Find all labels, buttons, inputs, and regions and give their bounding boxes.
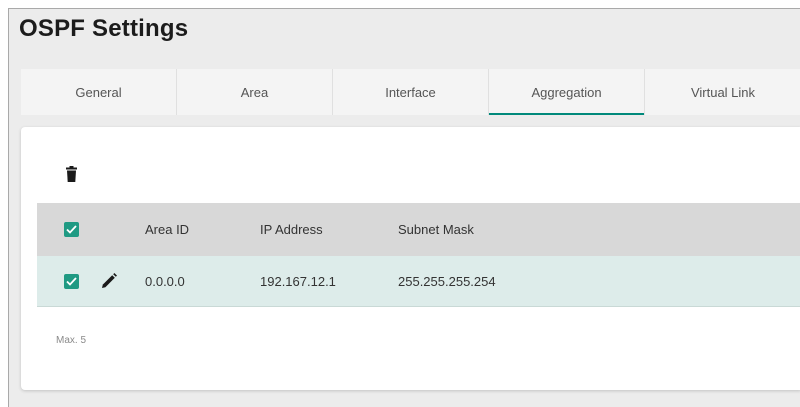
trash-icon [65, 166, 77, 182]
header-subnet-mask[interactable]: Subnet Mask [398, 203, 474, 256]
pencil-icon [102, 273, 117, 288]
check-icon [66, 225, 77, 234]
delete-button[interactable] [61, 162, 81, 186]
table-row[interactable]: 0.0.0.0 192.167.12.1 255.255.255.254 [37, 256, 800, 307]
header-ip-address[interactable]: IP Address [260, 203, 323, 256]
edit-button[interactable] [101, 256, 117, 306]
tab-general[interactable]: General [21, 69, 177, 115]
tab-label: Aggregation [531, 84, 602, 100]
row-checkbox[interactable] [64, 273, 79, 289]
cell-area-id: 0.0.0.0 [145, 273, 185, 289]
tab-area[interactable]: Area [177, 69, 333, 115]
table-header: Area ID IP Address Subnet Mask [37, 203, 800, 256]
tab-virtual-link[interactable]: Virtual Link [645, 69, 800, 115]
tab-label: Area [240, 84, 269, 100]
aggregation-table: Area ID IP Address Subnet Mask 0.0.0.0 1… [37, 203, 800, 307]
page-title: OSPF Settings [19, 15, 189, 42]
cell-ip-address: 192.167.12.1 [260, 273, 336, 289]
row-checkbox-cell [64, 256, 79, 306]
tab-aggregation[interactable]: Aggregation [489, 69, 645, 115]
tab-bar: General Area Interface Aggregation Virtu… [21, 69, 800, 115]
tab-label: Interface [385, 84, 436, 100]
select-all-checkbox[interactable] [64, 222, 79, 237]
aggregation-card: Area ID IP Address Subnet Mask 0.0.0.0 1… [21, 127, 800, 390]
tab-interface[interactable]: Interface [333, 69, 489, 115]
tab-label: Virtual Link [690, 84, 756, 100]
check-icon [66, 276, 77, 286]
select-all-cell [64, 203, 79, 256]
max-entries-note: Max. 5 [56, 335, 87, 346]
window-frame: OSPF Settings General Area Interface Agg… [8, 8, 800, 407]
cell-subnet-mask: 255.255.255.254 [398, 273, 496, 289]
tab-label: General [75, 84, 122, 100]
header-area-id[interactable]: Area ID [145, 203, 189, 256]
